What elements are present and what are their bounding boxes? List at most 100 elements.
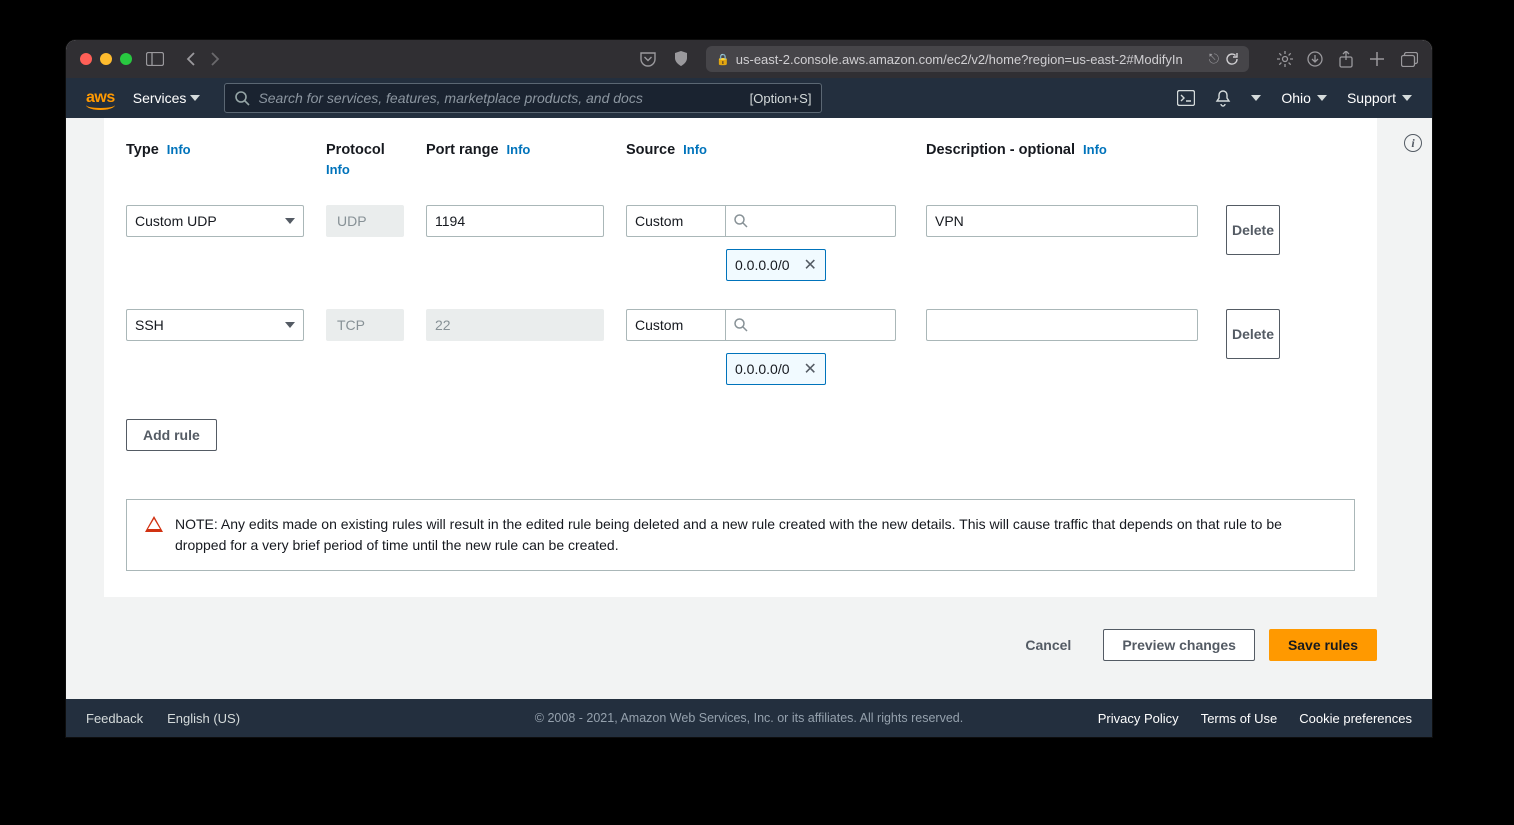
reload-icon[interactable] (1225, 52, 1239, 66)
search-shortcut: [Option+S] (750, 91, 812, 106)
info-panel-toggle-icon[interactable]: i (1404, 134, 1422, 152)
source-mode-value: Custom (635, 317, 683, 333)
browser-titlebar: 🔒 us-east-2.console.aws.amazon.com/ec2/v… (66, 40, 1432, 78)
remove-cidr-icon[interactable]: ✕ (804, 359, 817, 379)
col-type: TypeInfo (126, 142, 326, 177)
forward-button[interactable] (210, 52, 220, 66)
source-search-input[interactable] (726, 309, 896, 341)
search-icon (734, 318, 748, 332)
cidr-tag: 0.0.0.0/0 ✕ (726, 249, 826, 281)
aws-header: aws Services Search for services, featur… (66, 78, 1432, 118)
cloudshell-icon[interactable] (1177, 90, 1195, 106)
feedback-link[interactable]: Feedback (86, 711, 143, 726)
column-headers: TypeInfo ProtocolInfo Port rangeInfo Sou… (126, 118, 1355, 177)
col-description: Description - optionalInfo (926, 142, 1226, 177)
type-value: SSH (135, 317, 164, 333)
support-menu[interactable]: Support (1347, 90, 1412, 106)
account-menu-icon[interactable] (1251, 95, 1261, 101)
port-input[interactable]: 1194 (426, 205, 604, 237)
source-mode-select[interactable]: Custom (626, 309, 726, 341)
chevron-down-icon (1402, 95, 1412, 101)
search-placeholder: Search for services, features, marketpla… (258, 90, 741, 106)
preview-changes-button[interactable]: Preview changes (1103, 629, 1255, 661)
protocol-value: TCP (326, 309, 404, 341)
url-bar[interactable]: 🔒 us-east-2.console.aws.amazon.com/ec2/v… (706, 46, 1249, 72)
warning-box: NOTE: Any edits made on existing rules w… (126, 499, 1355, 571)
url-text: us-east-2.console.aws.amazon.com/ec2/v2/… (736, 52, 1183, 67)
delete-rule-button[interactable]: Delete (1226, 309, 1280, 359)
translate-icon[interactable]: ⎋ (1209, 51, 1219, 67)
support-label: Support (1347, 90, 1396, 106)
cookie-link[interactable]: Cookie preferences (1299, 711, 1412, 726)
info-link[interactable]: Info (167, 142, 191, 157)
share-icon[interactable] (1339, 51, 1353, 68)
delete-rule-button[interactable]: Delete (1226, 205, 1280, 255)
sidebar-toggle-icon[interactable] (146, 52, 164, 66)
services-label: Services (133, 90, 187, 106)
info-link[interactable]: Info (683, 142, 707, 157)
info-link[interactable]: Info (1083, 142, 1107, 157)
privacy-link[interactable]: Privacy Policy (1098, 711, 1179, 726)
tabs-overview-icon[interactable] (1401, 52, 1418, 67)
port-input: 22 (426, 309, 604, 341)
browser-window: 🔒 us-east-2.console.aws.amazon.com/ec2/v… (66, 40, 1432, 737)
protocol-value: UDP (326, 205, 404, 237)
traffic-lights (80, 53, 132, 65)
description-input[interactable] (926, 309, 1198, 341)
rule-row: SSH TCP 22 Custom 0.0.0.0/0 (126, 309, 1355, 385)
source-mode-value: Custom (635, 213, 683, 229)
close-window-button[interactable] (80, 53, 92, 65)
add-rule-button[interactable]: Add rule (126, 419, 217, 451)
col-protocol: ProtocolInfo (326, 142, 426, 177)
maximize-window-button[interactable] (120, 53, 132, 65)
remove-cidr-icon[interactable]: ✕ (804, 255, 817, 275)
chevron-down-icon (285, 322, 295, 328)
search-icon (734, 214, 748, 228)
language-label: English (US) (167, 711, 240, 726)
action-bar: Cancel Preview changes Save rules (66, 617, 1432, 673)
chevron-down-icon (285, 218, 295, 224)
aws-logo[interactable]: aws (86, 89, 115, 107)
info-link[interactable]: Info (507, 142, 531, 157)
cancel-button[interactable]: Cancel (1007, 629, 1089, 661)
rules-card: TypeInfo ProtocolInfo Port rangeInfo Sou… (104, 118, 1377, 597)
downloads-icon[interactable] (1307, 51, 1323, 67)
aws-footer: Feedback English (US) © 2008 - 2021, Ama… (66, 699, 1432, 737)
source-mode-select[interactable]: Custom (626, 205, 726, 237)
description-input[interactable]: VPN (926, 205, 1198, 237)
content-area: i TypeInfo ProtocolInfo Port rangeInfo S… (66, 118, 1432, 699)
type-value: Custom UDP (135, 213, 217, 229)
cidr-value: 0.0.0.0/0 (735, 361, 790, 377)
terms-link[interactable]: Terms of Use (1201, 711, 1278, 726)
region-selector[interactable]: Ohio (1281, 90, 1327, 106)
lock-icon: 🔒 (716, 53, 730, 66)
settings-gear-icon[interactable] (1277, 51, 1293, 67)
warning-text: NOTE: Any edits made on existing rules w… (175, 514, 1336, 556)
save-rules-button[interactable]: Save rules (1269, 629, 1377, 661)
services-menu[interactable]: Services (133, 90, 201, 106)
minimize-window-button[interactable] (100, 53, 112, 65)
notifications-icon[interactable] (1215, 90, 1231, 107)
cidr-tag: 0.0.0.0/0 ✕ (726, 353, 826, 385)
port-value: 22 (435, 317, 451, 333)
type-select[interactable]: Custom UDP (126, 205, 304, 237)
port-value: 1194 (435, 213, 465, 229)
language-selector[interactable]: English (US) (167, 711, 246, 726)
rule-row: Custom UDP UDP 1194 Custom 0. (126, 205, 1355, 281)
col-port: Port rangeInfo (426, 142, 626, 177)
shield-icon[interactable] (674, 51, 688, 67)
type-select[interactable]: SSH (126, 309, 304, 341)
aws-search-box[interactable]: Search for services, features, marketpla… (224, 83, 822, 113)
back-button[interactable] (186, 52, 196, 66)
source-search-input[interactable] (726, 205, 896, 237)
new-tab-icon[interactable] (1369, 51, 1385, 67)
cidr-value: 0.0.0.0/0 (735, 257, 790, 273)
search-icon (235, 91, 250, 106)
chevron-down-icon (1317, 95, 1327, 101)
col-source: SourceInfo (626, 142, 926, 177)
info-link[interactable]: Info (326, 162, 426, 177)
copyright-text: © 2008 - 2021, Amazon Web Services, Inc.… (535, 711, 963, 725)
pocket-icon[interactable] (640, 52, 656, 67)
description-value: VPN (935, 213, 964, 229)
region-label: Ohio (1281, 90, 1311, 106)
